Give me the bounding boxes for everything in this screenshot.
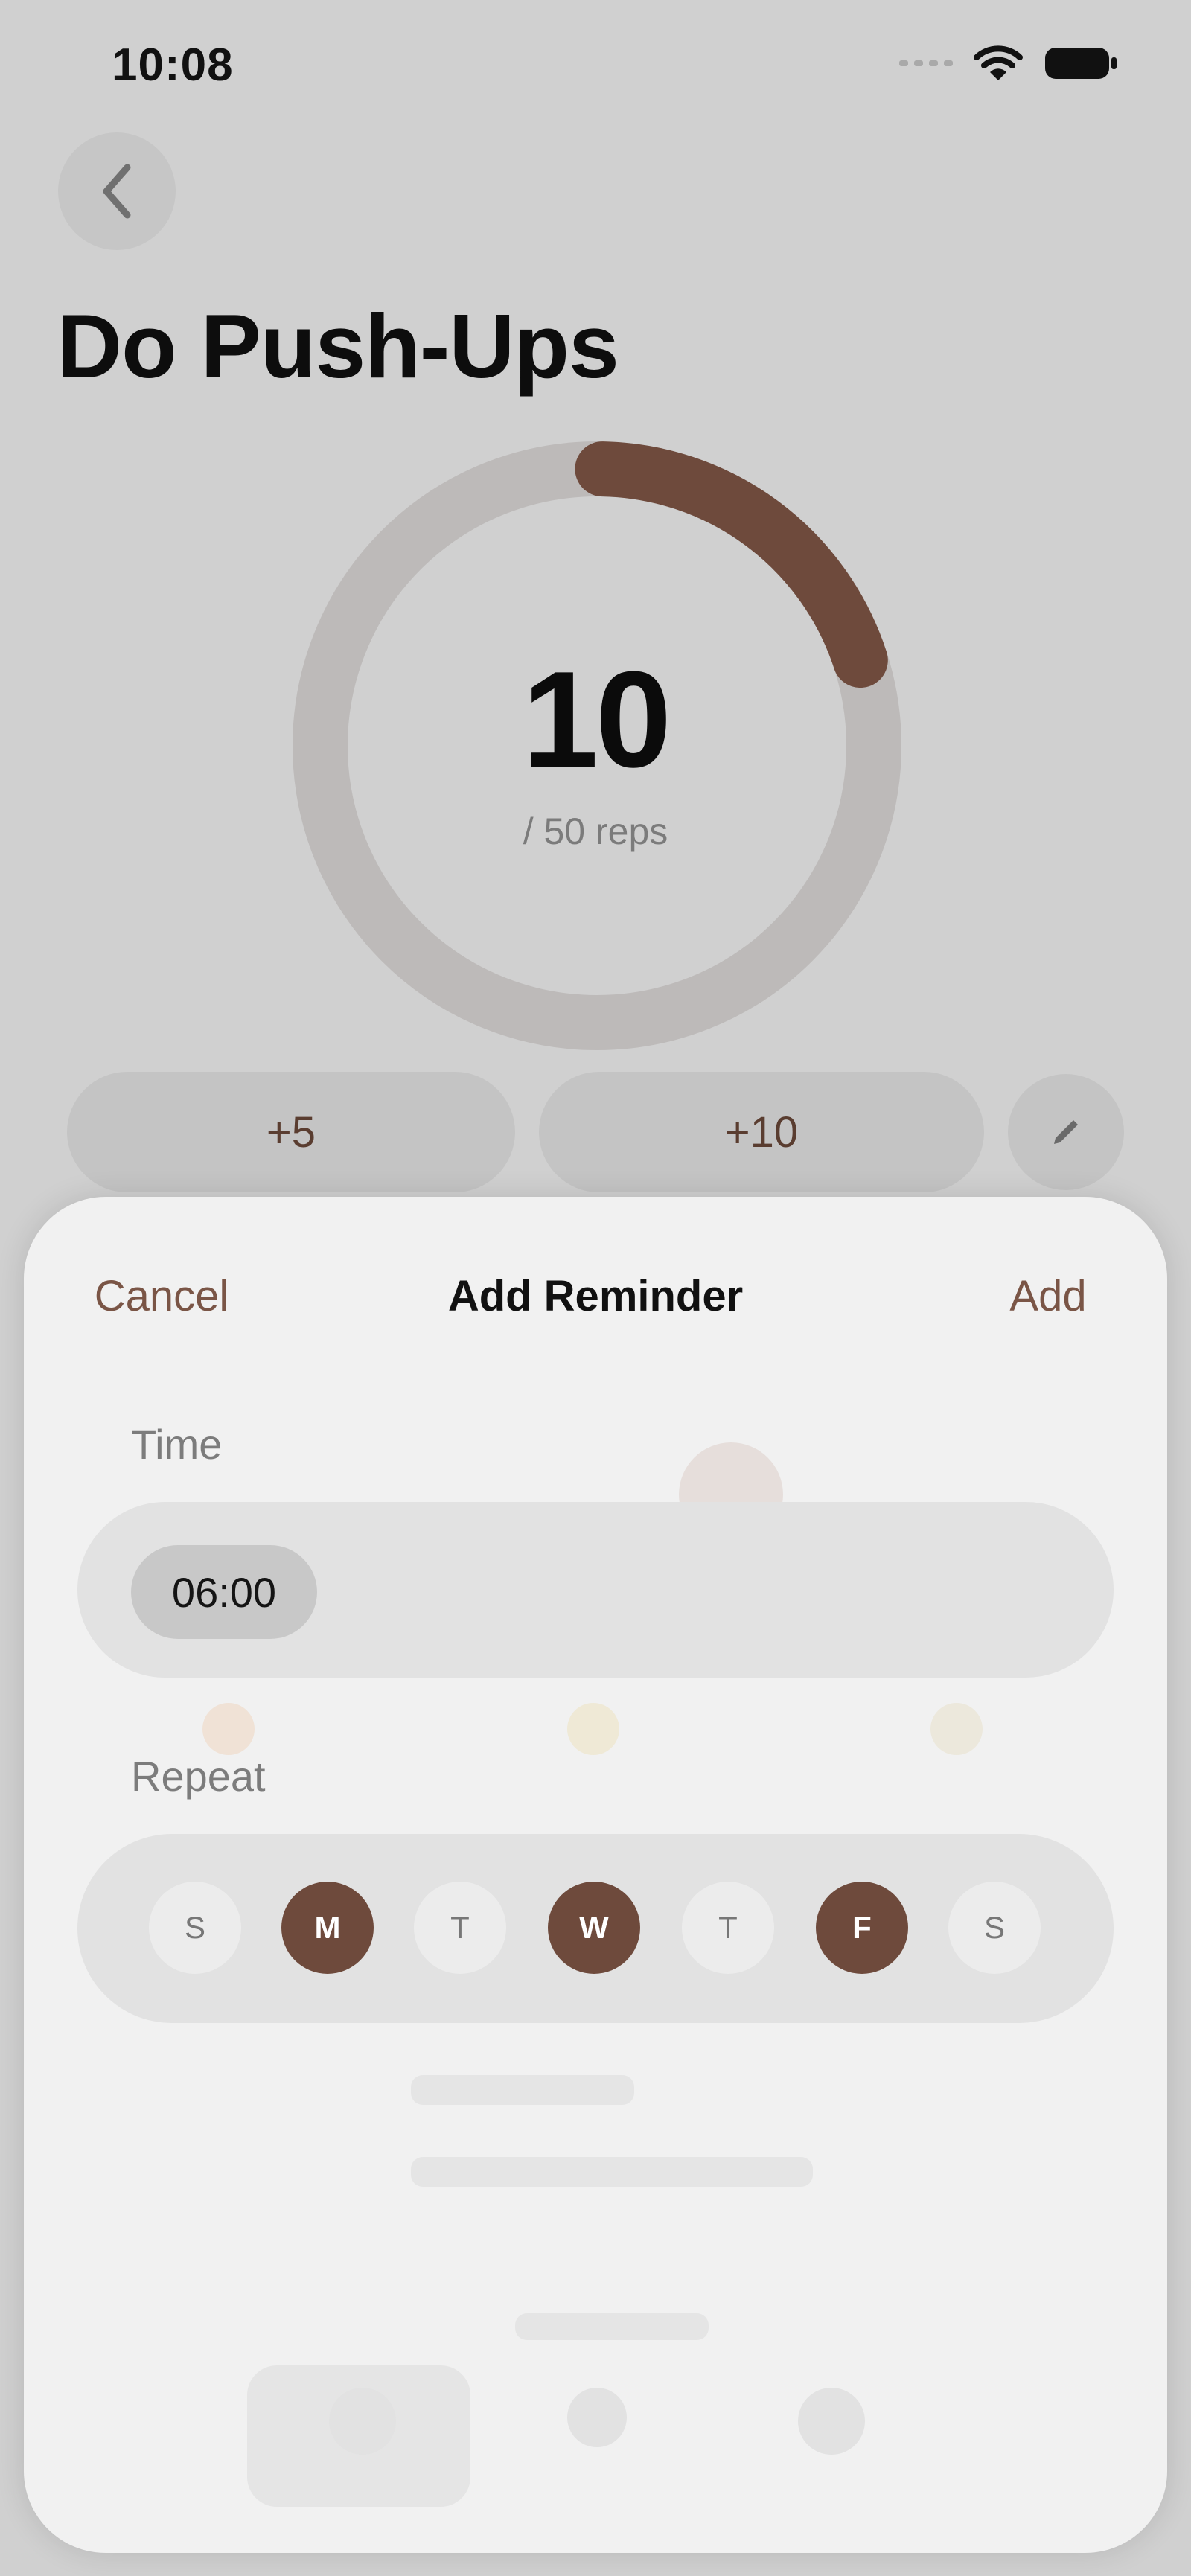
- add-10-button[interactable]: +10: [539, 1072, 984, 1192]
- battery-icon: [1045, 48, 1117, 79]
- background-blur-shape: [930, 1703, 983, 1755]
- rep-count: 10: [522, 642, 672, 796]
- background-blur-shape: [202, 1703, 255, 1755]
- day-toggle-friday[interactable]: F: [816, 1882, 908, 1974]
- day-toggle-monday[interactable]: M: [281, 1882, 374, 1974]
- day-toggle-thursday[interactable]: T: [682, 1882, 774, 1974]
- progress-ring-fill: [575, 441, 888, 688]
- signal-icon: [899, 60, 953, 66]
- wifi-icon: [974, 45, 1023, 80]
- day-toggle-tuesday[interactable]: T: [414, 1882, 506, 1974]
- background-blur-shape: [515, 2313, 709, 2340]
- time-picker[interactable]: 06:00: [131, 1545, 317, 1639]
- background-blur-shape: [329, 2388, 396, 2455]
- back-button[interactable]: [58, 132, 176, 250]
- day-toggle-wednesday[interactable]: W: [548, 1882, 640, 1974]
- status-icons: [899, 45, 1118, 82]
- edit-button[interactable]: [1008, 1074, 1124, 1190]
- background-blur-shape: [567, 2388, 627, 2447]
- add-5-button[interactable]: +5: [67, 1072, 515, 1192]
- chevron-left-icon: [103, 164, 131, 219]
- day-toggle-saturday[interactable]: S: [948, 1882, 1041, 1974]
- day-toggle-sunday[interactable]: S: [149, 1882, 241, 1974]
- time-label: Time: [131, 1421, 223, 1468]
- add-reminder-sheet: Cancel Add Reminder Add Time 06:00 Repea…: [24, 1197, 1167, 2553]
- add-button[interactable]: Add: [974, 1243, 1123, 1349]
- repeat-label: Repeat: [131, 1753, 266, 1800]
- page-title: Do Push-Ups: [57, 295, 619, 397]
- status-time: 10:08: [112, 39, 234, 91]
- background-blur-shape: [411, 2075, 634, 2105]
- background-blur-shape: [798, 2388, 865, 2455]
- background-blur-shape: [411, 2157, 813, 2187]
- pencil-icon: [1054, 1120, 1078, 1144]
- rep-goal: / 50 reps: [523, 811, 668, 852]
- background-blur-shape: [567, 1703, 619, 1755]
